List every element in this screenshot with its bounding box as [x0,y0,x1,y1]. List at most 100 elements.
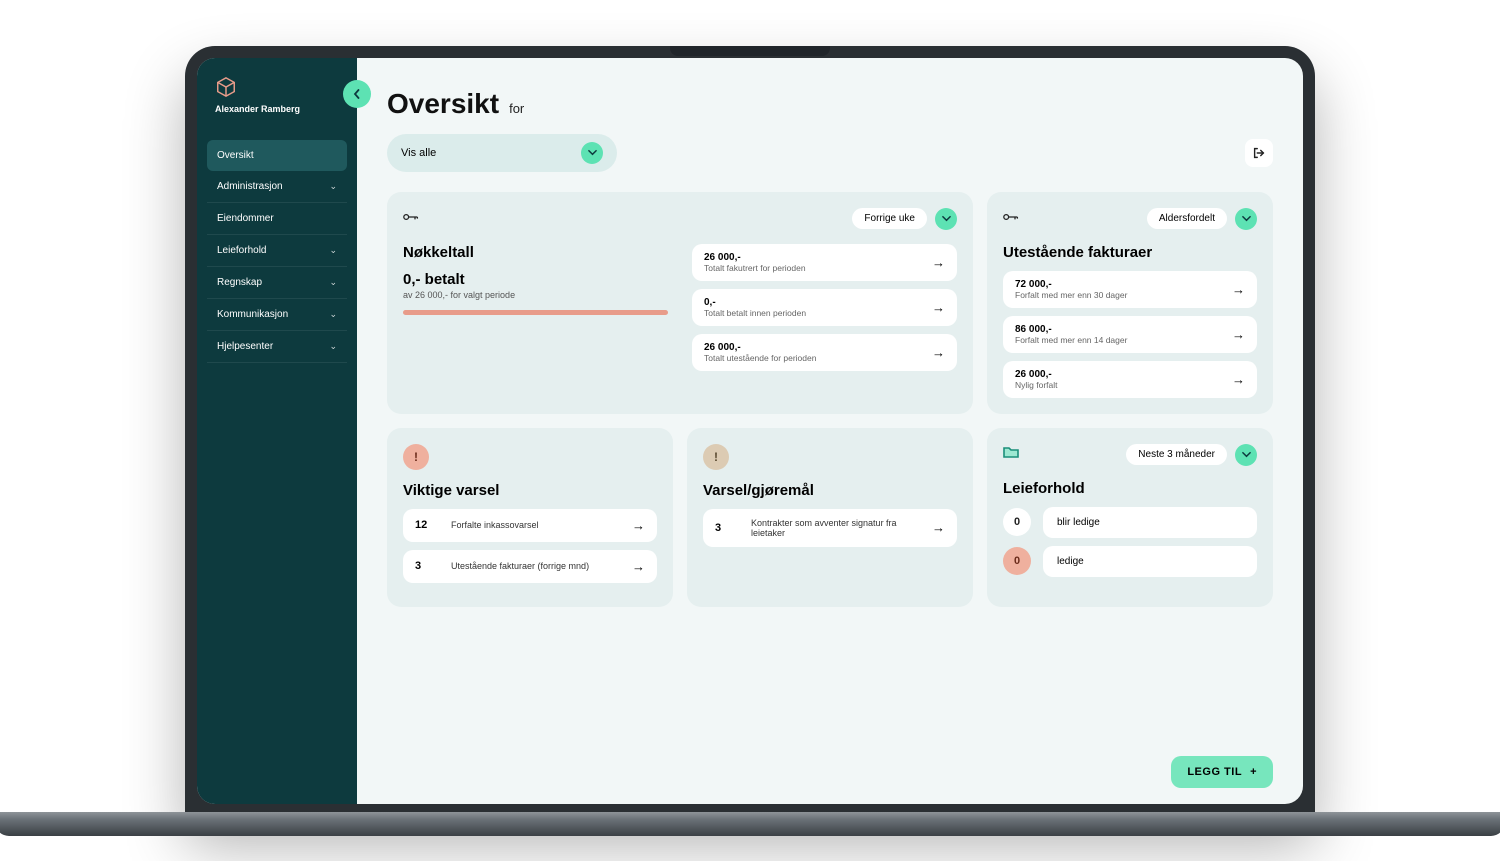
sidebar-item-label: Kommunikasjon [217,309,288,320]
chevron-down-icon [1235,444,1257,466]
leieforhold-row[interactable]: 0 blir ledige [1003,507,1257,538]
filter-select[interactable]: Vis alle [387,134,617,172]
sidebar-item-administrasjon[interactable]: Administrasjon⌄ [207,171,347,203]
page-title: Oversikt [387,88,499,120]
arrow-right-icon: → [932,520,945,535]
nokkeltall-period-label: Forrige uke [852,208,927,229]
sidebar-item-label: Leieforhold [217,245,266,256]
leieforhold-row[interactable]: 0 ledige [1003,546,1257,577]
alert-text: Kontrakter som avventer signatur fra lei… [751,518,918,538]
sidebar-item-oversikt[interactable]: Oversikt [207,140,347,171]
stat-row[interactable]: 26 000,-Totalt utestående for perioden → [692,334,957,371]
alert-row[interactable]: 3 Kontrakter som avventer signatur fra l… [703,509,957,547]
arrow-right-icon: → [632,559,645,574]
stat-label: Totalt fakutrert for perioden [704,263,806,273]
username: Alexander Ramberg [215,104,300,114]
arrow-right-icon: → [1232,327,1245,342]
utestaaende-title: Utestående fakturaer [1003,244,1257,261]
alert-count: 12 [415,519,437,531]
stat-label: Totalt betalt innen perioden [704,308,806,318]
alert-icon: ! [703,444,729,470]
page-title-row: Oversikt for [387,88,1273,120]
key-icon [403,211,419,226]
add-button-label: LEGG TIL [1187,766,1242,778]
stat-row[interactable]: 26 000,-Totalt fakutrert for perioden → [692,244,957,281]
leieforhold-label: blir ledige [1043,507,1257,538]
laptop-base [0,812,1500,836]
stat-value: 0,- [704,297,806,308]
main-content: Oversikt for Vis alle [357,58,1303,804]
dashboard-grid: Forrige uke Nøkkeltall 0,- betalt av 26 … [387,192,1273,607]
stat-value: 26 000,- [1015,369,1058,380]
leieforhold-filter-select[interactable]: Neste 3 måneder [1126,444,1257,466]
page-title-for: for [509,101,524,116]
chevron-down-icon: ⌄ [329,245,337,256]
stat-label: Forfalt med mer enn 14 dager [1015,335,1127,345]
chevron-down-icon: ⌄ [329,341,337,352]
chevron-down-icon: ⌄ [329,181,337,192]
stat-value: 26 000,- [704,342,816,353]
count-badge: 0 [1003,547,1031,575]
leieforhold-title: Leieforhold [1003,480,1257,497]
sidebar-item-label: Eiendommer [217,213,274,224]
stat-row[interactable]: 0,-Totalt betalt innen perioden → [692,289,957,326]
filter-row: Vis alle [387,134,1273,172]
arrow-right-icon: → [632,518,645,533]
sidebar-item-regnskap[interactable]: Regnskap ⌄ [207,267,347,299]
stat-label: Nylig forfalt [1015,380,1058,390]
nav: Oversikt Administrasjon⌄ Eiendommer Leiefor… [197,130,357,363]
chevron-down-icon [1235,208,1257,230]
varsel-card: ! Viktige varsel 12 Forfalte inkassovars… [387,428,673,607]
stat-row[interactable]: 86 000,-Forfalt med mer enn 14 dager → [1003,316,1257,353]
arrow-right-icon: → [932,300,945,315]
nokkeltall-period-select[interactable]: Forrige uke [852,208,957,230]
nokkeltall-progress [403,310,668,315]
stat-label: Totalt utestående for perioden [704,353,816,363]
chevron-down-icon: ⌄ [329,309,337,320]
logout-icon [1252,146,1266,160]
utestaaende-card: Aldersfordelt Utestående fakturaer 72 00… [987,192,1273,414]
chevron-down-icon [581,142,603,164]
nokkeltall-sub: av 26 000,- for valgt periode [403,290,668,300]
gjoremaal-card: ! Varsel/gjøremål 3 Kontrakter som avven… [687,428,973,607]
sidebar-item-eiendommer[interactable]: Eiendommer [207,203,347,235]
alert-row[interactable]: 12 Forfalte inkassovarsel → [403,509,657,542]
stat-row[interactable]: 26 000,-Nylig forfalt → [1003,361,1257,398]
nokkeltall-card: Forrige uke Nøkkeltall 0,- betalt av 26 … [387,192,973,414]
nokkeltall-paid: 0,- betalt [403,271,668,288]
leieforhold-filter-label: Neste 3 måneder [1126,444,1227,465]
utestaaende-filter-select[interactable]: Aldersfordelt [1147,208,1257,230]
gjoremaal-title: Varsel/gjøremål [703,482,957,499]
logo-block: Alexander Ramberg [197,76,357,130]
sidebar-item-leieforhold[interactable]: Leieforhold ⌄ [207,235,347,267]
laptop-notch [670,46,830,56]
leieforhold-label: ledige [1043,546,1257,577]
stat-value: 26 000,- [704,252,806,263]
utestaaende-filter-label: Aldersfordelt [1147,208,1227,229]
alert-row[interactable]: 3 Utestående fakturaer (forrige mnd) → [403,550,657,583]
alert-text: Utestående fakturaer (forrige mnd) [451,561,618,571]
sidebar-item-hjelpesenter[interactable]: Hjelpesenter⌄ [207,331,347,363]
sidebar-collapse-button[interactable] [343,80,371,108]
leieforhold-card: Neste 3 måneder Leieforhold 0 blir ledig… [987,428,1273,607]
alert-count: 3 [415,560,437,572]
chevron-left-icon [352,89,362,99]
logout-button[interactable] [1245,139,1273,167]
sidebar-item-label: Regnskap [217,277,262,288]
add-button[interactable]: LEGG TIL + [1171,756,1273,788]
stat-row[interactable]: 72 000,-Forfalt med mer enn 30 dager → [1003,271,1257,308]
app-screen: Alexander Ramberg Oversikt Administrasjon… [197,58,1303,804]
logo-icon [215,76,237,98]
nokkeltall-title: Nøkkeltall [403,244,668,261]
sidebar-item-label: Oversikt [217,150,254,161]
laptop-frame: Alexander Ramberg Oversikt Administrasjon… [185,46,1315,816]
sidebar-item-kommunikasjon[interactable]: Kommunikasjon ⌄ [207,299,347,331]
filter-select-label: Vis alle [401,147,436,159]
chevron-down-icon: ⌄ [329,277,337,288]
key-icon [1003,211,1019,226]
stat-label: Forfalt med mer enn 30 dager [1015,290,1127,300]
stat-value: 72 000,- [1015,279,1127,290]
plus-icon: + [1250,766,1257,778]
alert-count: 3 [715,522,737,534]
alert-icon: ! [403,444,429,470]
